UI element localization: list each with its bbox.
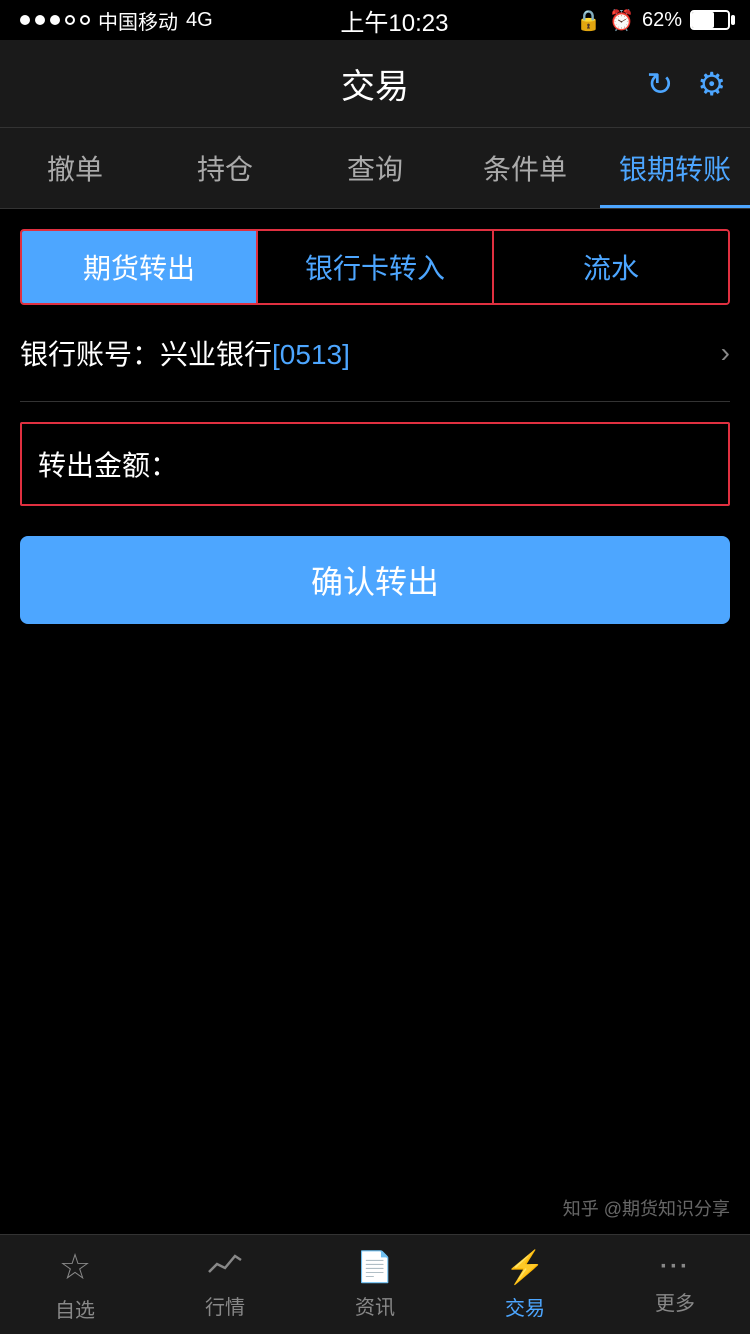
bottom-item-资讯[interactable]: 📄 资讯 bbox=[300, 1235, 450, 1334]
subtab-银行卡转入[interactable]: 银行卡转入 bbox=[258, 231, 494, 303]
tab-查询[interactable]: 查询 bbox=[300, 128, 450, 208]
chevron-right-icon: › bbox=[721, 337, 730, 369]
amount-row: 转出金额： bbox=[20, 422, 730, 506]
chart-icon bbox=[207, 1250, 243, 1285]
bank-id: [0513] bbox=[272, 339, 350, 370]
bottom-label-行情: 行情 bbox=[205, 1291, 245, 1320]
network-label: 4G bbox=[186, 9, 213, 32]
trade-icon: ⚡ bbox=[505, 1248, 545, 1286]
top-tabs: 撤单 持仓 查询 条件单 银期转账 bbox=[0, 128, 750, 209]
news-icon: 📄 bbox=[356, 1250, 393, 1285]
dot1 bbox=[20, 15, 30, 25]
bottom-label-交易: 交易 bbox=[505, 1292, 545, 1321]
bank-account-label: 银行账号：兴业银行[0513] bbox=[20, 333, 350, 373]
bottom-label-更多: 更多 bbox=[655, 1287, 695, 1316]
bottom-label-自选: 自选 bbox=[55, 1294, 95, 1323]
bottom-nav: ☆ 自选 行情 📄 资讯 ⚡ 交易 ··· 更多 bbox=[0, 1234, 750, 1334]
status-left: 中国移动 4G bbox=[20, 6, 213, 35]
status-right: 🔒 ⏰ 62% bbox=[576, 8, 730, 33]
subtab-流水[interactable]: 流水 bbox=[494, 231, 728, 303]
bottom-label-资讯: 资讯 bbox=[355, 1291, 395, 1320]
battery-icon bbox=[690, 10, 730, 30]
content-area: 银行账号：兴业银行[0513] › 转出金额： 确认转出 bbox=[0, 305, 750, 624]
dot5 bbox=[80, 15, 90, 25]
lock-icon: 🔒 bbox=[576, 8, 601, 33]
bottom-item-更多[interactable]: ··· 更多 bbox=[600, 1235, 750, 1334]
dot4 bbox=[65, 15, 75, 25]
confirm-transfer-button[interactable]: 确认转出 bbox=[20, 536, 730, 624]
bottom-item-交易[interactable]: ⚡ 交易 bbox=[450, 1235, 600, 1334]
bottom-item-行情[interactable]: 行情 bbox=[150, 1235, 300, 1334]
signal-dots bbox=[20, 15, 90, 25]
status-bar: 中国移动 4G 上午10:23 🔒 ⏰ 62% bbox=[0, 0, 750, 40]
amount-label: 转出金额： bbox=[38, 444, 178, 484]
bank-name: 兴业银行 bbox=[160, 339, 272, 370]
status-time: 上午10:23 bbox=[340, 3, 448, 38]
amount-input[interactable] bbox=[186, 448, 712, 480]
watermark-line1: 知乎 @期货知识分享 bbox=[563, 1195, 730, 1224]
tab-银期转账[interactable]: 银期转账 bbox=[600, 128, 750, 208]
alarm-icon: ⏰ bbox=[609, 8, 634, 33]
refresh-icon[interactable]: ↻ bbox=[647, 65, 674, 103]
battery-fill bbox=[692, 12, 714, 28]
sub-tabs: 期货转出 银行卡转入 流水 bbox=[20, 229, 730, 305]
dot3 bbox=[50, 15, 60, 25]
subtab-期货转出[interactable]: 期货转出 bbox=[22, 231, 258, 303]
bottom-item-自选[interactable]: ☆ 自选 bbox=[0, 1235, 150, 1334]
dot2 bbox=[35, 15, 45, 25]
tab-条件单[interactable]: 条件单 bbox=[450, 128, 600, 208]
star-icon: ☆ bbox=[59, 1246, 91, 1288]
nav-bar: 交易 ↻ ⚙ bbox=[0, 40, 750, 128]
bank-account-row[interactable]: 银行账号：兴业银行[0513] › bbox=[20, 305, 730, 402]
settings-icon[interactable]: ⚙ bbox=[697, 65, 726, 103]
more-icon: ··· bbox=[660, 1253, 690, 1281]
carrier-label: 中国移动 bbox=[98, 6, 178, 35]
battery-label: 62% bbox=[642, 9, 682, 32]
tab-持仓[interactable]: 持仓 bbox=[150, 128, 300, 208]
bank-label-text: 银行账号： bbox=[20, 339, 160, 370]
watermark: 知乎 @期货知识分享 bbox=[563, 1195, 730, 1224]
nav-actions: ↻ ⚙ bbox=[647, 65, 727, 103]
tab-撤单[interactable]: 撤单 bbox=[0, 128, 150, 208]
nav-title: 交易 bbox=[341, 59, 409, 108]
